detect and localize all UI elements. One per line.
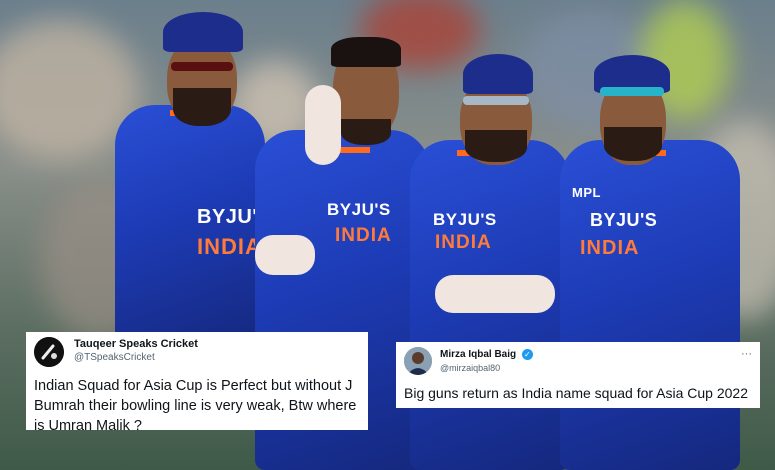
jersey-country: INDIA [435, 232, 492, 253]
tweet-text: Indian Squad for Asia Cup is Perfect but… [34, 378, 357, 434]
player-cap [463, 54, 533, 94]
player-cap [163, 12, 243, 52]
tweet-card[interactable]: Tauqeer Speaks Cricket @TSpeaksCricket I… [26, 332, 368, 434]
tweet-header: Tauqeer Speaks Cricket @TSpeaksCricket [34, 336, 360, 368]
jersey-sponsor: BYJU'S [433, 210, 497, 229]
jersey-country: INDIA [580, 237, 640, 259]
jersey-sponsor: BYJU'S [327, 200, 391, 219]
beard [604, 127, 662, 161]
sunglasses [171, 62, 233, 71]
beard [173, 88, 231, 126]
sunglasses [600, 87, 664, 96]
jersey-sleeve-logo: MPL [572, 185, 601, 200]
verified-badge-icon: ✓ [521, 349, 533, 360]
jersey-country: INDIA [335, 225, 392, 246]
tweet-author-name[interactable]: Tauqeer Speaks Cricket [74, 338, 198, 350]
tweet-header: Mirza Iqbal Baig ✓ @mirzaiqbal80 ··· [404, 346, 752, 376]
beard [465, 130, 527, 162]
more-options-icon[interactable]: ··· [741, 348, 752, 360]
hair [331, 37, 401, 67]
tweet-author-name[interactable]: Mirza Iqbal Baig [440, 349, 516, 360]
tweet-author-handle[interactable]: @TSpeaksCricket [74, 352, 155, 363]
user-photo-icon [404, 347, 432, 375]
tweet-author-handle[interactable]: @mirzaiqbal80 [440, 363, 500, 373]
jersey-country: INDIA [197, 234, 262, 259]
arm-sleeve [255, 235, 315, 275]
arm-sleeve [305, 85, 341, 165]
avatar[interactable] [404, 347, 432, 375]
avatar[interactable] [34, 337, 64, 367]
jersey-sponsor: BYJU'S [590, 210, 658, 230]
cricket-logo-icon [34, 337, 64, 367]
beard [341, 119, 391, 145]
sunglasses [463, 96, 529, 105]
tweet-card[interactable]: Mirza Iqbal Baig ✓ @mirzaiqbal80 ··· Big… [396, 342, 760, 408]
arm-sleeve [435, 275, 555, 313]
tweet-author-row: Mirza Iqbal Baig ✓ [440, 349, 533, 360]
tweet-text: Big guns return as India name squad for … [404, 385, 748, 401]
